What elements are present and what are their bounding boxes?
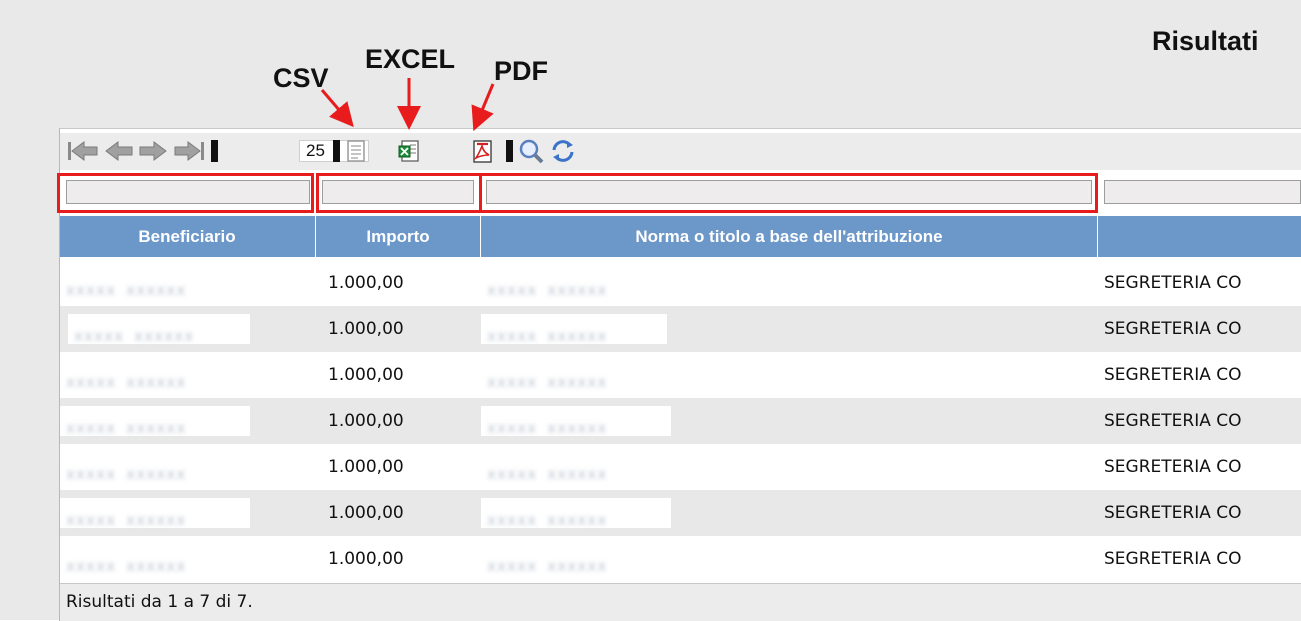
ente-cell: SEGRETERIA CO [1104, 457, 1242, 477]
table-row[interactable]: xxxxx xxxxxx 1.000,00 xxxxx xxxxxx SEGRE… [60, 536, 1301, 582]
first-page-icon[interactable] [66, 137, 100, 165]
beneficiario-cell: xxxxx xxxxxx [60, 406, 250, 437]
table-row[interactable]: xxxxx xxxxxx 1.000,00 xxxxx xxxxxx SEGRE… [60, 444, 1301, 490]
norma-cell: xxxxx xxxxxx [481, 406, 671, 437]
grid-footer: Risultati da 1 a 7 di 7. [60, 583, 1301, 621]
norma-text: xxxxx xxxxxx [487, 511, 608, 529]
norma-cell: xxxxx xxxxxx [481, 498, 671, 529]
csv-annotation-label: CSV [273, 63, 329, 93]
ente-cell: SEGRETERIA CO [1104, 503, 1242, 523]
csv-export-icon[interactable] [344, 137, 368, 165]
beneficiario-text: xxxxx xxxxxx [74, 327, 195, 345]
importo-cell: 1.000,00 [328, 273, 404, 293]
importo-cell: 1.000,00 [328, 549, 404, 569]
beneficiario-cell: xxxxx xxxxxx [60, 498, 250, 529]
ente-cell: SEGRETERIA CO [1104, 549, 1242, 569]
pdf-annotation-label: PDF [494, 56, 548, 86]
beneficiario-text: xxxxx xxxxxx [66, 511, 187, 529]
page-size-value: 25 [306, 141, 325, 160]
norma-text: xxxxx xxxxxx [487, 373, 608, 391]
beneficiario-cell: xxxxx xxxxxx [68, 314, 250, 345]
pdf-export-icon[interactable] [470, 137, 496, 165]
beneficiario-cell: xxxxx xxxxxx [60, 544, 250, 575]
highlight-beneficiario-filter [57, 173, 314, 213]
norma-cell: xxxxx xxxxxx [481, 452, 671, 483]
table-header: Beneficiario Importo Norma o titolo a ba… [60, 216, 1301, 257]
column-header-beneficiario[interactable]: Beneficiario [60, 216, 314, 257]
next-page-icon[interactable] [138, 137, 168, 165]
beneficiario-text: xxxxx xxxxxx [66, 281, 187, 299]
search-icon[interactable] [517, 137, 545, 165]
norma-text: xxxxx xxxxxx [487, 327, 608, 345]
excel-export-icon[interactable] [396, 137, 422, 165]
toolbar-separator [211, 140, 218, 162]
toolbar-separator [333, 140, 340, 162]
importo-cell: 1.000,00 [328, 457, 404, 477]
page-title: Risultati [1152, 26, 1259, 56]
results-summary: Risultati da 1 a 7 di 7. [66, 592, 253, 612]
grid-toolbar: 25 [60, 133, 1301, 170]
ente-cell: SEGRETERIA CO [1104, 411, 1242, 431]
beneficiario-text: xxxxx xxxxxx [66, 465, 187, 483]
filter-ente-input[interactable] [1104, 180, 1301, 204]
norma-text: xxxxx xxxxxx [487, 557, 608, 575]
importo-cell: 1.000,00 [328, 319, 404, 339]
column-header-ente[interactable]: S [1098, 216, 1301, 257]
table-row[interactable]: xxxxx xxxxxx 1.000,00 xxxxx xxxxxx SEGRE… [60, 260, 1301, 306]
refresh-icon[interactable] [549, 137, 577, 165]
importo-cell: 1.000,00 [328, 411, 404, 431]
beneficiario-text: xxxxx xxxxxx [66, 373, 187, 391]
norma-text: xxxxx xxxxxx [487, 281, 608, 299]
norma-text: xxxxx xxxxxx [487, 419, 608, 437]
norma-cell: xxxxx xxxxxx [481, 360, 671, 391]
table-row[interactable]: xxxxx xxxxxx 1.000,00 xxxxx xxxxxx SEGRE… [60, 306, 1301, 352]
ente-cell: SEGRETERIA CO [1104, 365, 1242, 385]
norma-cell: xxxxx xxxxxx [481, 544, 671, 575]
table-row[interactable]: xxxxx xxxxxx 1.000,00 xxxxx xxxxxx SEGRE… [60, 398, 1301, 444]
table-body: xxxxx xxxxxx 1.000,00 xxxxx xxxxxx SEGRE… [60, 260, 1301, 582]
highlight-norma-filter [479, 173, 1098, 213]
column-header-importo[interactable]: Importo [316, 216, 480, 257]
beneficiario-cell: xxxxx xxxxxx [60, 268, 250, 299]
beneficiario-text: xxxxx xxxxxx [66, 557, 187, 575]
ente-cell: SEGRETERIA CO [1104, 319, 1242, 339]
beneficiario-cell: xxxxx xxxxxx [60, 452, 250, 483]
excel-annotation-label: EXCEL [365, 44, 456, 74]
norma-cell: xxxxx xxxxxx [481, 314, 667, 345]
prev-page-icon[interactable] [104, 137, 134, 165]
table-row[interactable]: xxxxx xxxxxx 1.000,00 xxxxx xxxxxx SEGRE… [60, 352, 1301, 398]
ente-cell: SEGRETERIA CO [1104, 273, 1242, 293]
beneficiario-text: xxxxx xxxxxx [66, 419, 187, 437]
highlight-importo-filter [316, 173, 482, 213]
importo-cell: 1.000,00 [328, 365, 404, 385]
column-header-norma[interactable]: Norma o titolo a base dell'attribuzione [481, 216, 1097, 257]
importo-cell: 1.000,00 [328, 503, 404, 523]
table-row[interactable]: xxxxx xxxxxx 1.000,00 xxxxx xxxxxx SEGRE… [60, 490, 1301, 536]
norma-text: xxxxx xxxxxx [487, 465, 608, 483]
norma-cell: xxxxx xxxxxx [481, 268, 671, 299]
beneficiario-cell: xxxxx xxxxxx [60, 360, 250, 391]
last-page-icon[interactable] [172, 137, 206, 165]
toolbar-separator [506, 140, 513, 162]
